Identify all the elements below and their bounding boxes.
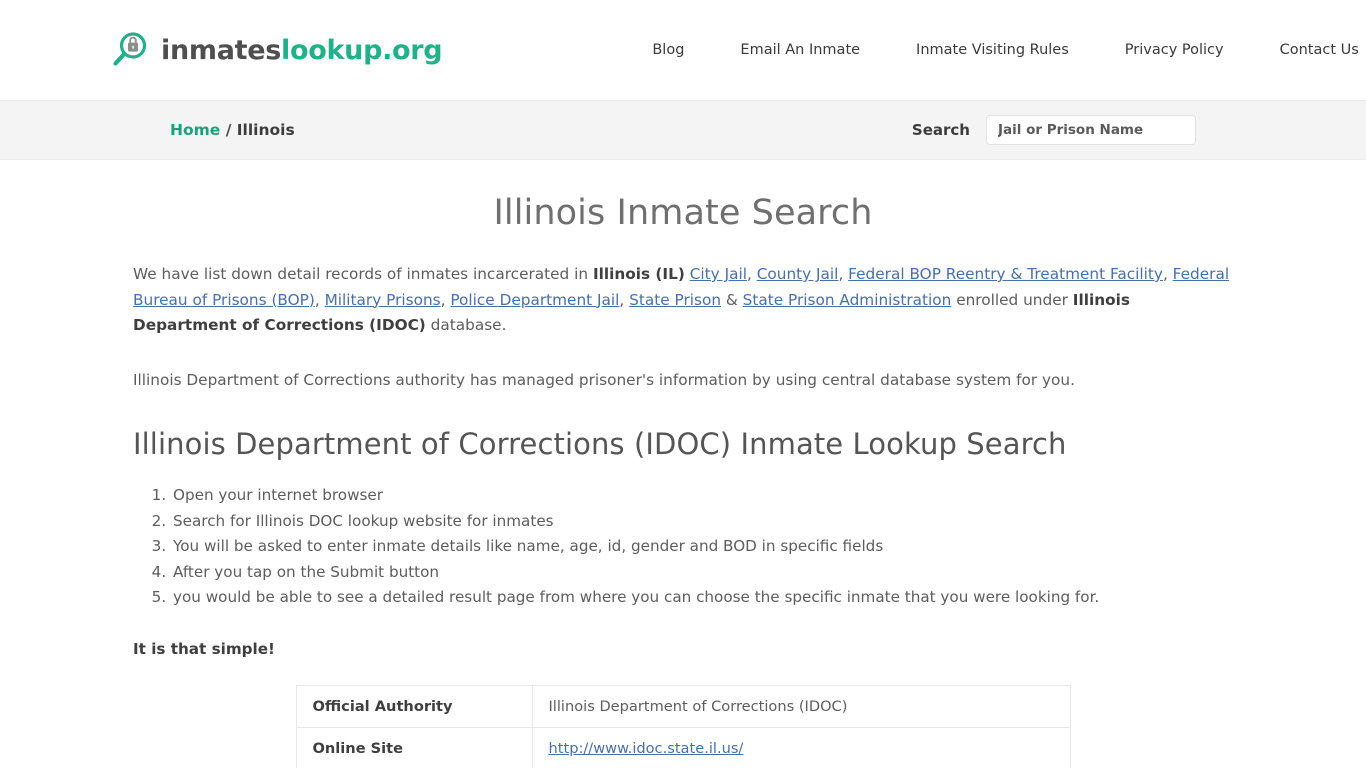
table-cell-key: Online Site: [295, 726, 533, 768]
table-row: Official Authority Illinois Department o…: [295, 684, 1071, 728]
breadcrumb-bar: Home / Illinois Search: [0, 100, 1366, 160]
page-title: Illinois Inmate Search: [493, 193, 873, 233]
simple-note: It is that simple!: [133, 639, 275, 658]
table-cell-value: Illinois Department of Corrections (IDOC…: [531, 684, 1071, 728]
link-state-prison[interactable]: State Prison: [629, 291, 721, 309]
list-item: You will be asked to enter inmate detail…: [171, 534, 1233, 560]
comma-3: ,: [1162, 265, 1173, 283]
list-item: Open your internet browser: [171, 483, 1233, 509]
site-logo[interactable]: inmateslookup.org: [110, 30, 443, 70]
link-county-jail[interactable]: County Jail: [757, 265, 839, 283]
intro-paragraph: We have list down detail records of inma…: [133, 262, 1233, 339]
table-cell-value: http://www.idoc.state.il.us/: [531, 726, 1071, 768]
comma-2: ,: [838, 265, 849, 283]
link-state-prison-administration[interactable]: State Prison Administration: [743, 291, 952, 309]
main-content: Illinois Inmate Search We have list down…: [0, 193, 1366, 768]
link-police-department-jail[interactable]: Police Department Jail: [450, 291, 619, 309]
facility-info-table: Official Authority Illinois Department o…: [295, 684, 1071, 768]
table-row: Online Site http://www.idoc.state.il.us/: [295, 726, 1071, 768]
search-input[interactable]: [986, 115, 1196, 145]
intro-tail-text: database.: [425, 316, 507, 334]
breadcrumb-current-page: Illinois: [236, 121, 295, 139]
nav-item-contact-us[interactable]: Contact Us: [1252, 42, 1366, 58]
link-military-prisons[interactable]: Military Prisons: [325, 291, 441, 309]
comma-5: ,: [440, 290, 451, 309]
link-federal-bop-reentry[interactable]: Federal BOP Reentry & Treatment Facility: [848, 265, 1163, 283]
search-label: Search: [911, 121, 970, 139]
breadcrumb-home-link[interactable]: Home: [170, 121, 220, 139]
link-city-jail[interactable]: City Jail: [690, 265, 747, 283]
idoc-website-link[interactable]: http://www.idoc.state.il.us/: [549, 740, 744, 757]
steps-list: Open your internet browser Search for Il…: [133, 483, 1233, 611]
nav-item-privacy-policy[interactable]: Privacy Policy: [1097, 42, 1252, 58]
table-cell-key: Official Authority: [295, 684, 533, 728]
intro-state-bold: Illinois (IL): [592, 265, 685, 283]
ampersand: &: [721, 290, 743, 309]
nav-item-inmate-visiting-rules[interactable]: Inmate Visiting Rules: [888, 42, 1097, 58]
nav-item-blog[interactable]: Blog: [652, 42, 712, 58]
breadcrumb-separator: /: [225, 121, 232, 139]
list-item: Search for Illinois DOC lookup website f…: [171, 509, 1233, 535]
comma-6: ,: [619, 290, 630, 309]
secondary-paragraph: Illinois Department of Corrections autho…: [133, 370, 1075, 389]
logo-text-dark: inmates: [161, 34, 282, 66]
section-heading: Illinois Department of Corrections (IDOC…: [133, 427, 1067, 461]
main-navigation: Blog Email An Inmate Inmate Visiting Rul…: [652, 42, 1366, 59]
comma-1: ,: [746, 265, 757, 283]
list-item: you would be able to see a detailed resu…: [171, 585, 1233, 611]
logo-text-accent: lookup.org: [281, 34, 443, 66]
logo-wordmark: inmateslookup.org: [161, 34, 443, 66]
intro-lead-text: We have list down detail records of inma…: [133, 265, 593, 283]
list-item: After you tap on the Submit button: [171, 560, 1233, 586]
intro-mid-text: enrolled under: [951, 290, 1073, 309]
nav-item-email-an-inmate[interactable]: Email An Inmate: [712, 42, 888, 58]
comma-4: ,: [314, 290, 325, 309]
site-header: inmateslookup.org Blog Email An Inmate I…: [0, 0, 1366, 100]
breadcrumb: Home / Illinois: [170, 121, 295, 139]
search-area: Search: [912, 115, 1196, 145]
magnifier-lock-icon: [110, 30, 150, 70]
